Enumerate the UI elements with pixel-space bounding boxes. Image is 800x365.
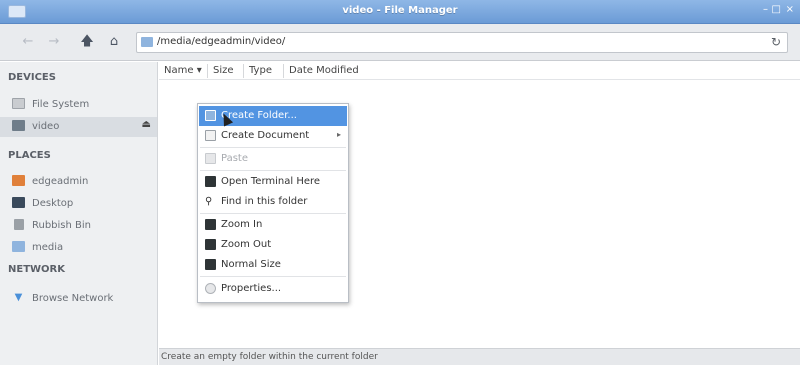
minimize-button[interactable]: –	[763, 4, 768, 15]
desktop-icon	[12, 197, 25, 208]
sidebar-item-label: media	[32, 242, 64, 253]
eject-icon[interactable]: ⏏	[142, 119, 151, 130]
home-icon: ⌂	[109, 34, 119, 49]
column-divider[interactable]	[243, 64, 244, 78]
left-arrow-icon: ←	[22, 34, 34, 49]
column-type[interactable]: Type	[249, 65, 272, 76]
menu-item-label: Find in this folder	[221, 196, 308, 207]
menu-item-label: Create Document	[221, 130, 310, 141]
column-divider[interactable]	[207, 64, 208, 78]
sidebar: DEVICES File System video ⏏ PLACES edgea…	[0, 62, 158, 365]
sidebar-item-label: video	[32, 121, 60, 132]
sort-descending-icon: ▾	[196, 65, 202, 76]
paste-icon	[205, 153, 216, 164]
sidebar-item-file-system[interactable]: File System	[0, 95, 157, 115]
zoom-normal-icon	[205, 259, 216, 270]
column-size[interactable]: Size	[213, 65, 234, 76]
column-name-label: Name	[164, 65, 194, 76]
menu-item-label: Paste	[221, 153, 248, 164]
usb-drive-icon	[12, 120, 25, 131]
close-button[interactable]: ×	[786, 4, 794, 15]
search-icon: ⚲	[205, 196, 213, 207]
window-title: video - File Manager	[342, 5, 458, 16]
column-name[interactable]: Name ▾	[164, 65, 202, 76]
column-divider[interactable]	[283, 64, 284, 78]
path-input[interactable]: /media/edgeadmin/video/	[157, 36, 285, 47]
menu-item-label: Normal Size	[221, 259, 281, 270]
properties-icon	[205, 283, 216, 294]
title-bar[interactable]: video - File Manager – □ ×	[0, 0, 800, 24]
trash-icon	[14, 219, 24, 230]
zoom-out-icon	[205, 239, 216, 250]
menu-item-create-document[interactable]: Create Document ▸	[199, 126, 347, 146]
sidebar-item-video[interactable]: video ⏏	[0, 117, 157, 137]
menu-separator	[200, 170, 346, 171]
sidebar-item-desktop[interactable]: Desktop	[0, 194, 157, 214]
home-folder-icon	[12, 175, 25, 186]
new-folder-icon	[205, 110, 216, 121]
right-arrow-icon: →	[48, 34, 60, 49]
network-heading: NETWORK	[8, 264, 66, 275]
menu-item-label: Zoom Out	[221, 239, 272, 250]
menu-item-paste[interactable]: Paste	[199, 149, 347, 169]
column-date-modified[interactable]: Date Modified	[289, 65, 359, 76]
drive-icon	[12, 98, 25, 109]
devices-heading: DEVICES	[8, 72, 56, 83]
menu-item-label: Properties...	[221, 283, 282, 294]
menu-item-normal-size[interactable]: Normal Size	[199, 255, 347, 275]
sidebar-item-browse-network[interactable]: ▼ Browse Network	[0, 289, 157, 309]
location-toolbar: ← → 🡅 ⌂ /media/edgeadmin/video/ ↻	[0, 24, 800, 61]
sidebar-item-label: Desktop	[32, 198, 74, 209]
folder-icon	[141, 37, 153, 47]
location-bar[interactable]: /media/edgeadmin/video/ ↻	[136, 32, 788, 53]
submenu-arrow-icon: ▸	[336, 130, 341, 139]
sidebar-item-rubbish-bin[interactable]: Rubbish Bin	[0, 216, 157, 236]
menu-item-zoom-in[interactable]: Zoom In	[199, 215, 347, 235]
menu-item-label: Zoom In	[221, 219, 263, 230]
sidebar-item-media[interactable]: media	[0, 238, 157, 258]
back-button[interactable]: ←	[20, 34, 36, 50]
new-document-icon	[205, 130, 216, 141]
up-button[interactable]: 🡅	[79, 34, 95, 50]
menu-item-open-terminal[interactable]: Open Terminal Here	[199, 172, 347, 192]
menu-item-properties[interactable]: Properties...	[199, 279, 347, 299]
status-text: Create an empty folder within the curren…	[161, 352, 378, 362]
sidebar-item-label: Browse Network	[32, 293, 114, 304]
network-icon: ▼	[14, 292, 23, 303]
menu-item-label: Create Folder...	[221, 110, 297, 121]
up-arrow-icon: 🡅	[80, 34, 94, 49]
forward-button[interactable]: →	[46, 34, 62, 50]
terminal-icon	[205, 176, 216, 187]
menu-item-find-in-folder[interactable]: ⚲ Find in this folder	[199, 192, 347, 212]
sidebar-item-edgeadmin[interactable]: edgeadmin	[0, 172, 157, 192]
menu-item-label: Open Terminal Here	[221, 176, 321, 187]
status-bar: Create an empty folder within the curren…	[159, 348, 800, 365]
maximize-button[interactable]: □	[772, 4, 781, 15]
menu-separator	[200, 213, 346, 214]
zoom-in-icon	[205, 219, 216, 230]
context-menu: Create Folder... Create Document ▸ Paste…	[197, 103, 349, 303]
home-button[interactable]: ⌂	[106, 34, 122, 50]
menu-item-zoom-out[interactable]: Zoom Out	[199, 235, 347, 255]
menu-separator	[200, 147, 346, 148]
sidebar-item-label: File System	[32, 99, 90, 110]
column-headers: Name ▾ Size Type Date Modified	[159, 62, 800, 80]
sidebar-item-label: edgeadmin	[32, 176, 89, 187]
menu-separator	[200, 276, 346, 277]
folder-icon	[12, 241, 25, 252]
places-heading: PLACES	[8, 150, 51, 161]
sidebar-item-label: Rubbish Bin	[32, 220, 92, 231]
reload-icon[interactable]: ↻	[771, 35, 781, 49]
